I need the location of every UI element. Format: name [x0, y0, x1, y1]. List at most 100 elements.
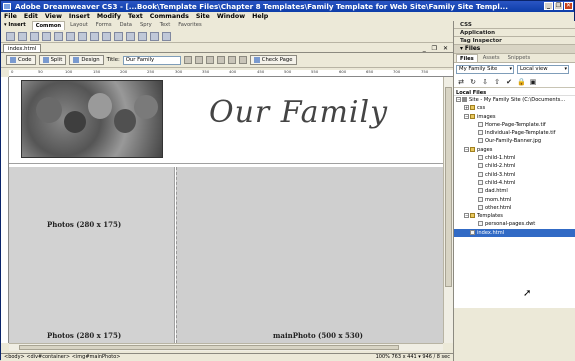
tab-forms[interactable]: Forms	[93, 21, 115, 30]
menu-window[interactable]: Window	[217, 12, 245, 21]
tree-item[interactable]: Individual-Page-Template.tif	[454, 129, 575, 137]
menu-help[interactable]: Help	[252, 12, 268, 21]
put-files-icon[interactable]: ⇧	[493, 78, 501, 86]
view-options-icon[interactable]	[216, 56, 225, 64]
connect-icon[interactable]: ⇄	[457, 78, 465, 86]
refresh-icon[interactable]: ↻	[469, 78, 477, 86]
collapse-icon[interactable]: −	[464, 146, 469, 152]
tree-item[interactable]: − pages	[454, 146, 575, 154]
collapse-icon[interactable]: −	[464, 213, 469, 219]
get-files-icon[interactable]: ⇩	[481, 78, 489, 86]
insert-bar-label[interactable]: ▾ Insert	[4, 21, 30, 30]
tree-item[interactable]: − Site - My Family Site (C:\Documents...	[454, 96, 575, 104]
tab-spry[interactable]: Spry	[137, 21, 155, 30]
tree-item[interactable]: child-1.html	[454, 154, 575, 162]
tab-common[interactable]: Common	[31, 21, 66, 30]
expand-icon[interactable]: +	[464, 105, 469, 111]
family-banner-image[interactable]	[21, 80, 163, 158]
tab-favorites[interactable]: Favorites	[175, 21, 204, 30]
tree-item-selected[interactable]: index.html	[454, 228, 575, 238]
document-tab-index[interactable]: index.html	[3, 44, 42, 52]
menu-view[interactable]: View	[45, 12, 62, 21]
tab-data[interactable]: Data	[117, 21, 135, 30]
tree-item[interactable]: Home-Page-Template.tif	[454, 121, 575, 129]
server-side-include-icon[interactable]	[102, 32, 111, 41]
collapse-icon[interactable]: −	[456, 97, 461, 102]
panel-css[interactable]: CSS	[454, 21, 575, 29]
check-in-icon[interactable]: 🔒	[517, 78, 526, 86]
tree-item[interactable]: dad.html	[454, 187, 575, 195]
menu-insert[interactable]: Insert	[69, 12, 90, 21]
named-anchor-icon[interactable]	[30, 32, 39, 41]
photos-column[interactable]: Photos (280 x 175) Photos (280 x 175)	[9, 167, 175, 343]
visual-aids-icon[interactable]	[227, 56, 236, 64]
file-management-icon[interactable]	[183, 56, 192, 64]
tab-layout[interactable]: Layout	[67, 21, 91, 30]
tree-item[interactable]: child-4.html	[454, 179, 575, 187]
expand-icon[interactable]: ▣	[529, 78, 537, 86]
page-title-input[interactable]: Our Family	[122, 55, 181, 65]
collapse-icon[interactable]: −	[464, 113, 469, 119]
maximize-button[interactable]: ❐	[554, 2, 563, 10]
tree-item[interactable]: − images	[454, 113, 575, 121]
view-select[interactable]: Local view	[517, 65, 569, 74]
ruler-mark: 600	[339, 70, 347, 74]
head-icon[interactable]	[126, 32, 135, 41]
refresh-icon[interactable]	[205, 56, 214, 64]
document-window-controls[interactable]: _ ❐ ✕	[423, 44, 450, 53]
minimize-button[interactable]: _	[544, 2, 553, 10]
tree-item[interactable]: other.html	[454, 204, 575, 212]
menu-site[interactable]: Site	[196, 12, 210, 21]
hyperlink-icon[interactable]	[6, 32, 15, 41]
tab-files[interactable]: Files	[456, 54, 478, 62]
window-size[interactable]: 763 x 441 ▾ 946 / 8 sec	[391, 354, 450, 360]
panel-application[interactable]: Application	[454, 29, 575, 37]
tree-item[interactable]: − Templates	[454, 212, 575, 220]
tree-item[interactable]: personal-pages.dwt	[454, 220, 575, 228]
design-view-button[interactable]: Design	[69, 55, 104, 65]
menu-file[interactable]: File	[4, 12, 17, 21]
menu-text[interactable]: Text	[128, 12, 143, 21]
tree-item[interactable]: child-2.html	[454, 162, 575, 170]
tree-item[interactable]: + css	[454, 104, 575, 112]
tree-item[interactable]: child-3.html	[454, 171, 575, 179]
check-out-icon[interactable]: ✔	[505, 78, 513, 86]
div-icon[interactable]	[54, 32, 63, 41]
vertical-scrollbar[interactable]	[443, 77, 453, 343]
main-photo-column[interactable]: mainPhoto (500 x 530)	[176, 167, 443, 343]
table-icon[interactable]	[42, 32, 51, 41]
media-icon[interactable]	[78, 32, 87, 41]
design-canvas[interactable]: Our Family Photos (280 x 175) Photos (28…	[9, 77, 443, 343]
horizontal-scrollbar[interactable]	[9, 343, 443, 351]
files-panel-header[interactable]: ▾ Files	[454, 45, 575, 54]
images-icon[interactable]	[66, 32, 75, 41]
check-page-button[interactable]: Check Page	[249, 55, 297, 65]
code-view-button[interactable]: Code	[6, 55, 36, 65]
script-icon[interactable]	[138, 32, 147, 41]
site-select[interactable]: My Family Site	[456, 65, 514, 74]
files-selectors: My Family Site Local view	[454, 62, 575, 76]
zoom-level[interactable]: 100%	[376, 354, 390, 360]
tab-snippets[interactable]: Snippets	[505, 54, 534, 62]
menu-edit[interactable]: Edit	[24, 12, 38, 21]
close-button[interactable]: ✕	[564, 2, 573, 10]
date-icon[interactable]	[90, 32, 99, 41]
panel-tag-inspector[interactable]: Tag Inspector	[454, 37, 575, 45]
tag-chooser-icon[interactable]	[162, 32, 171, 41]
preview-browser-icon[interactable]	[194, 56, 203, 64]
templates-icon[interactable]	[150, 32, 159, 41]
tab-text[interactable]: Text	[157, 21, 174, 30]
split-view-button[interactable]: Split	[38, 55, 67, 65]
menu-commands[interactable]: Commands	[150, 12, 189, 21]
menu-modify[interactable]: Modify	[97, 12, 121, 21]
scroll-thumb[interactable]	[19, 345, 399, 350]
tree-item[interactable]: mom.html	[454, 196, 575, 204]
scroll-thumb[interactable]	[445, 87, 452, 287]
file-icon	[478, 221, 483, 227]
tree-item[interactable]: Our-Family-Banner.jpg	[454, 137, 575, 145]
tab-assets[interactable]: Assets	[480, 54, 503, 62]
window-title: Adobe Dreamweaver CS3 - [...Book\Templat…	[15, 2, 509, 11]
email-link-icon[interactable]	[18, 32, 27, 41]
comment-icon[interactable]	[114, 32, 123, 41]
validate-markup-icon[interactable]	[238, 56, 247, 64]
